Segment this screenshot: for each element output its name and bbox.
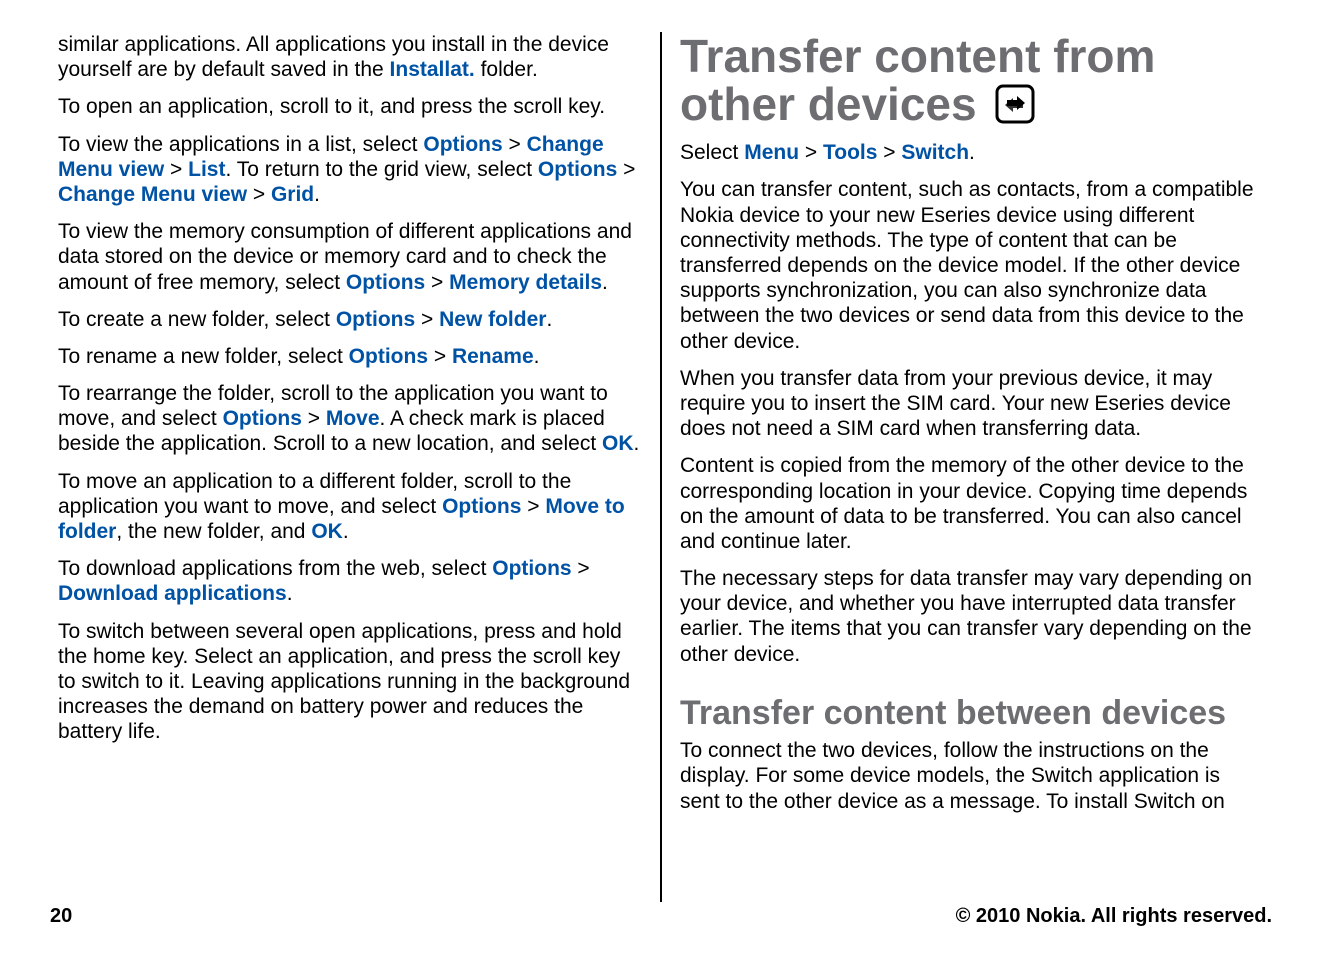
- menu-options: Options: [336, 308, 415, 331]
- paragraph-switch-apps: To switch between several open applicati…: [58, 619, 642, 745]
- paragraph-download-apps: To download applications from the web, s…: [58, 556, 642, 606]
- menu-rename: Rename: [452, 345, 534, 368]
- paragraph-connect-devices: To connect the two devices, follow the i…: [680, 738, 1264, 814]
- menu-change-menu-view: Change Menu view: [58, 183, 247, 206]
- menu-move: Move: [326, 407, 380, 430]
- menu-switch: Switch: [901, 141, 969, 164]
- paragraph-move-to-folder: To move an application to a different fo…: [58, 469, 642, 545]
- paragraph-view-list: To view the applications in a list, sele…: [58, 132, 642, 208]
- subsection-title-transfer-between: Transfer content between devices: [680, 695, 1264, 732]
- left-column: similar applications. All applications y…: [50, 32, 662, 902]
- right-column: Transfer content from other devices Sele…: [662, 32, 1272, 902]
- switch-icon: [995, 84, 1035, 132]
- paragraph-transfer-overview: You can transfer content, such as contac…: [680, 177, 1264, 353]
- paragraph-memory: To view the memory consumption of differ…: [58, 219, 642, 295]
- menu-options: Options: [423, 133, 502, 156]
- menu-options: Options: [346, 271, 425, 294]
- section-title-transfer: Transfer content from other devices: [680, 32, 1264, 132]
- paragraph-new-folder: To create a new folder, select Options >…: [58, 307, 642, 332]
- paragraph-steps-vary: The necessary steps for data transfer ma…: [680, 566, 1264, 667]
- menu-tools: Tools: [823, 141, 877, 164]
- menu-new-folder: New folder: [439, 308, 546, 331]
- menu-options: Options: [492, 557, 571, 580]
- page-footer: 20 © 2010 Nokia. All rights reserved.: [50, 905, 1272, 928]
- menu-memory-details: Memory details: [449, 271, 602, 294]
- menu-download-applications: Download applications: [58, 582, 287, 605]
- menu-ok: OK: [602, 432, 634, 455]
- paragraph-rename-folder: To rename a new folder, select Options >…: [58, 344, 642, 369]
- paragraph-install-location: similar applications. All applications y…: [58, 32, 642, 82]
- menu-menu: Menu: [744, 141, 799, 164]
- menu-options: Options: [223, 407, 302, 430]
- menu-options: Options: [538, 158, 617, 181]
- menu-list: List: [188, 158, 225, 181]
- paragraph-open-app: To open an application, scroll to it, an…: [58, 94, 642, 119]
- copyright: © 2010 Nokia. All rights reserved.: [956, 905, 1272, 928]
- menu-options: Options: [442, 495, 521, 518]
- paragraph-sim-card: When you transfer data from your previou…: [680, 366, 1264, 442]
- paragraph-rearrange: To rearrange the folder, scroll to the a…: [58, 381, 642, 457]
- paragraph-copy-content: Content is copied from the memory of the…: [680, 453, 1264, 554]
- menu-options: Options: [349, 345, 428, 368]
- menu-ok: OK: [311, 520, 343, 543]
- page-number: 20: [50, 905, 72, 928]
- menu-grid: Grid: [271, 183, 314, 206]
- folder-installat: Installat.: [390, 58, 475, 81]
- paragraph-nav-switch: Select Menu > Tools > Switch.: [680, 140, 1264, 165]
